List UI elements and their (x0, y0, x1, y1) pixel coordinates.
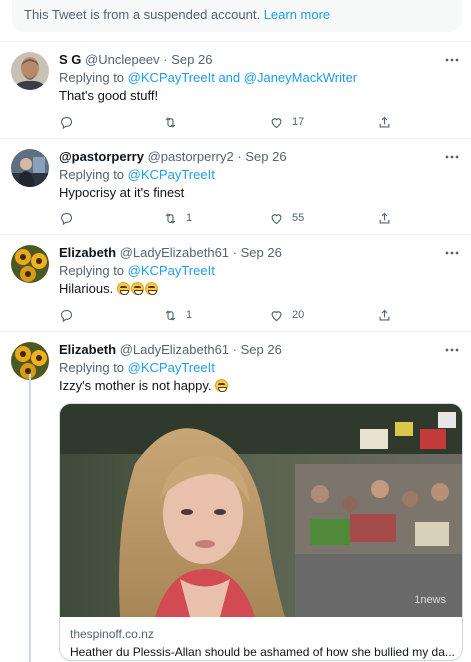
tweet-header: @pastorperry @pastorperry2 · Sep 26 (59, 149, 287, 165)
like-count: 17 (292, 116, 305, 128)
tweet-header: S G @Unclepeev · Sep 26 (59, 52, 212, 68)
avatar[interactable] (11, 52, 49, 90)
mention-link[interactable]: @KCPayTreeIt (128, 360, 215, 375)
display-name[interactable]: @pastorperry (59, 149, 144, 164)
display-name[interactable]: S G (59, 52, 81, 67)
replying-to: Replying to @KCPayTreeIt (59, 263, 215, 279)
tweet-text-content: Izzy's mother is not happy. (59, 378, 212, 393)
like-count: 20 (292, 309, 305, 321)
user-handle[interactable]: @pastorperry2 (148, 149, 234, 164)
tweet-date[interactable]: Sep 26 (241, 342, 282, 357)
grin-emoji (130, 282, 144, 295)
like-icon (271, 310, 282, 321)
tweet-date[interactable]: Sep 26 (171, 52, 212, 67)
separator: · (232, 245, 237, 260)
tweet-text: That's good stuff! (59, 88, 159, 103)
reply-button[interactable] (59, 113, 82, 131)
tweet[interactable]: Elizabeth @LadyElizabeth61 · Sep 26 Repl… (0, 235, 471, 332)
more-icon[interactable] (443, 149, 461, 165)
thread-line (29, 374, 31, 662)
replying-to: Replying to @KCPayTreeIt (59, 167, 215, 183)
news-watermark: 1news (414, 594, 446, 606)
retweet-count: 1 (186, 309, 193, 321)
reply-icon (60, 116, 73, 129)
reply-icon (60, 309, 73, 322)
tweet-text: Hypocrisy at it's finest (59, 185, 185, 200)
tweet-actions: 17 (59, 113, 399, 131)
replying-prefix: Replying to (59, 167, 125, 182)
grin-emoji (116, 282, 130, 295)
tweet-header: Elizabeth @LadyElizabeth61 · Sep 26 (59, 245, 282, 261)
suspended-notice-text: This Tweet is from a suspended account. (24, 7, 261, 22)
card-image[interactable]: 1news (60, 404, 462, 617)
share-button[interactable] (377, 113, 400, 131)
separator: · (237, 149, 242, 164)
retweet-button[interactable]: 1 (163, 306, 192, 324)
suspended-notice-container: This Tweet is from a suspended account. … (0, 0, 471, 42)
user-handle[interactable]: @Unclepeev (85, 52, 160, 67)
avatar[interactable] (11, 149, 49, 187)
replying-prefix: Replying to (59, 70, 125, 85)
display-name[interactable]: Elizabeth (59, 245, 116, 260)
share-icon (379, 116, 390, 127)
reply-icon (60, 212, 73, 225)
tweet-actions: 1 55 (59, 209, 399, 227)
avatar[interactable] (11, 245, 49, 283)
display-name[interactable]: Elizabeth (59, 342, 116, 357)
share-button[interactable] (377, 306, 400, 324)
retweet-button[interactable] (163, 113, 186, 131)
like-button[interactable]: 20 (269, 306, 304, 324)
like-button[interactable]: 55 (269, 209, 304, 227)
like-button[interactable]: 17 (269, 113, 304, 131)
user-handle[interactable]: @LadyElizabeth61 (120, 245, 229, 260)
mention-conjunction: and (218, 70, 241, 85)
more-icon[interactable] (443, 245, 461, 261)
reply-button[interactable] (59, 306, 82, 324)
like-icon (271, 213, 282, 224)
tweet-actions: 1 20 (59, 306, 399, 324)
learn-more-link[interactable]: Learn more (264, 7, 330, 22)
mention-link[interactable]: @JaneyMackWriter (244, 70, 357, 85)
separator: · (163, 52, 168, 67)
tweet-header: Elizabeth @LadyElizabeth61 · Sep 26 (59, 342, 282, 358)
share-icon (379, 212, 390, 223)
more-icon[interactable] (443, 342, 461, 358)
tweet-date[interactable]: Sep 26 (245, 149, 286, 164)
replying-prefix: Replying to (59, 263, 125, 278)
link-card[interactable]: 1news thespinoff.co.nz Heather du Plessi… (59, 403, 463, 661)
replying-to: Replying to @KCPayTreeIt and @JaneyMackW… (59, 70, 357, 86)
replying-prefix: Replying to (59, 360, 125, 375)
retweet-icon (165, 116, 176, 128)
separator: · (232, 342, 237, 357)
reply-button[interactable] (59, 209, 82, 227)
tweet-text: Hilarious. (59, 281, 159, 297)
card-domain: thespinoff.co.nz (70, 627, 154, 641)
grin-emoji (215, 379, 229, 392)
tweet[interactable]: @pastorperry @pastorperry2 · Sep 26 Repl… (0, 139, 471, 235)
suspended-notice: This Tweet is from a suspended account. … (12, 0, 462, 32)
retweet-button[interactable]: 1 (163, 209, 192, 227)
more-icon[interactable] (443, 52, 461, 68)
mention-link[interactable]: @KCPayTreeIt (128, 167, 215, 182)
share-button[interactable] (377, 209, 400, 227)
tweet[interactable]: S G @Unclepeev · Sep 26 Replying to @KCP… (0, 42, 471, 139)
retweet-count: 1 (186, 212, 193, 224)
share-icon (379, 309, 390, 320)
retweet-icon (165, 309, 176, 321)
like-count: 55 (292, 212, 305, 224)
mention-link[interactable]: @KCPayTreeIt (128, 70, 215, 85)
mention-link[interactable]: @KCPayTreeIt (128, 263, 215, 278)
grin-emoji (144, 282, 158, 295)
card-title[interactable]: Heather du Plessis-Allan should be asham… (70, 645, 458, 659)
user-handle[interactable]: @LadyElizabeth61 (120, 342, 229, 357)
tweet-text: Izzy's mother is not happy. (59, 378, 229, 394)
tweet-text-content: Hilarious. (59, 281, 114, 296)
retweet-icon (165, 212, 176, 224)
replying-to: Replying to @KCPayTreeIt (59, 360, 215, 376)
like-icon (271, 117, 282, 128)
tweet-date[interactable]: Sep 26 (241, 245, 282, 260)
